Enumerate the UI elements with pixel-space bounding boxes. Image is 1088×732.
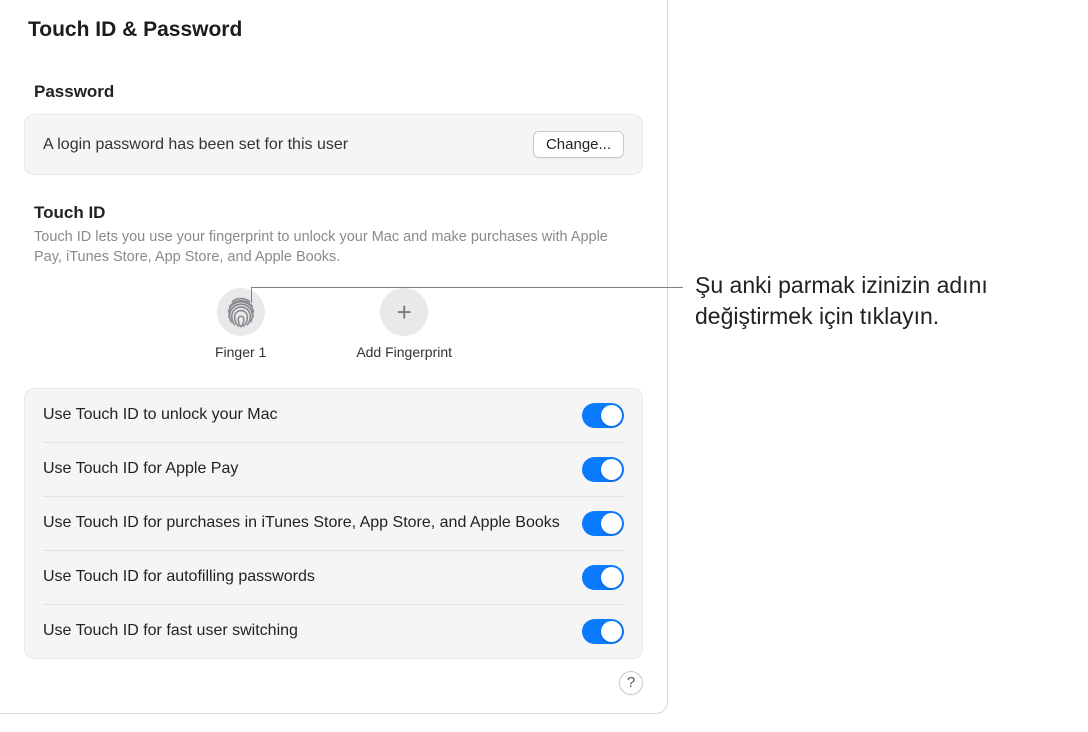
callout-line-down (251, 287, 252, 303)
touchid-options-card: Use Touch ID to unlock your Mac Use Touc… (24, 388, 643, 659)
password-heading: Password (34, 82, 643, 102)
toggle-apple-pay[interactable] (582, 457, 624, 482)
toggle-fast-user-switching[interactable] (582, 619, 624, 644)
option-label: Use Touch ID for Apple Pay (43, 458, 562, 480)
option-apple-pay: Use Touch ID for Apple Pay (43, 443, 624, 497)
touchid-heading: Touch ID (34, 203, 643, 223)
toggle-unlock-mac[interactable] (582, 403, 624, 428)
page-title: Touch ID & Password (28, 18, 643, 42)
option-autofill: Use Touch ID for autofilling passwords (43, 551, 624, 605)
add-fingerprint-button[interactable]: + (380, 288, 428, 336)
fingerprint-button[interactable] (217, 288, 265, 336)
fingerprints-row: Finger 1 + Add Fingerprint (24, 288, 643, 360)
fingerprint-label[interactable]: Finger 1 (215, 344, 266, 360)
option-label: Use Touch ID for fast user switching (43, 620, 562, 642)
settings-panel: Touch ID & Password Password A login pas… (0, 0, 668, 714)
toggle-autofill[interactable] (582, 565, 624, 590)
toggle-purchases[interactable] (582, 511, 624, 536)
password-status-text: A login password has been set for this u… (43, 136, 348, 154)
callout-line (251, 287, 683, 288)
add-fingerprint-item: + Add Fingerprint (356, 288, 452, 360)
touchid-description: Touch ID lets you use your fingerprint t… (34, 227, 633, 268)
add-fingerprint-label: Add Fingerprint (356, 344, 452, 360)
option-unlock-mac: Use Touch ID to unlock your Mac (43, 389, 624, 443)
option-label: Use Touch ID for purchases in iTunes Sto… (43, 512, 562, 534)
change-password-button[interactable]: Change... (533, 131, 624, 158)
password-card: A login password has been set for this u… (24, 114, 643, 175)
option-label: Use Touch ID to unlock your Mac (43, 404, 562, 426)
option-fast-user-switching: Use Touch ID for fast user switching (43, 605, 624, 658)
fingerprint-item: Finger 1 (215, 288, 266, 360)
fingerprint-icon (224, 295, 258, 329)
callout-text: Şu anki parmak izinizin adını değiştirme… (695, 270, 1075, 332)
help-button[interactable]: ? (619, 671, 643, 695)
plus-icon: + (397, 299, 412, 325)
option-label: Use Touch ID for autofilling passwords (43, 566, 562, 588)
option-purchases: Use Touch ID for purchases in iTunes Sto… (43, 497, 624, 551)
